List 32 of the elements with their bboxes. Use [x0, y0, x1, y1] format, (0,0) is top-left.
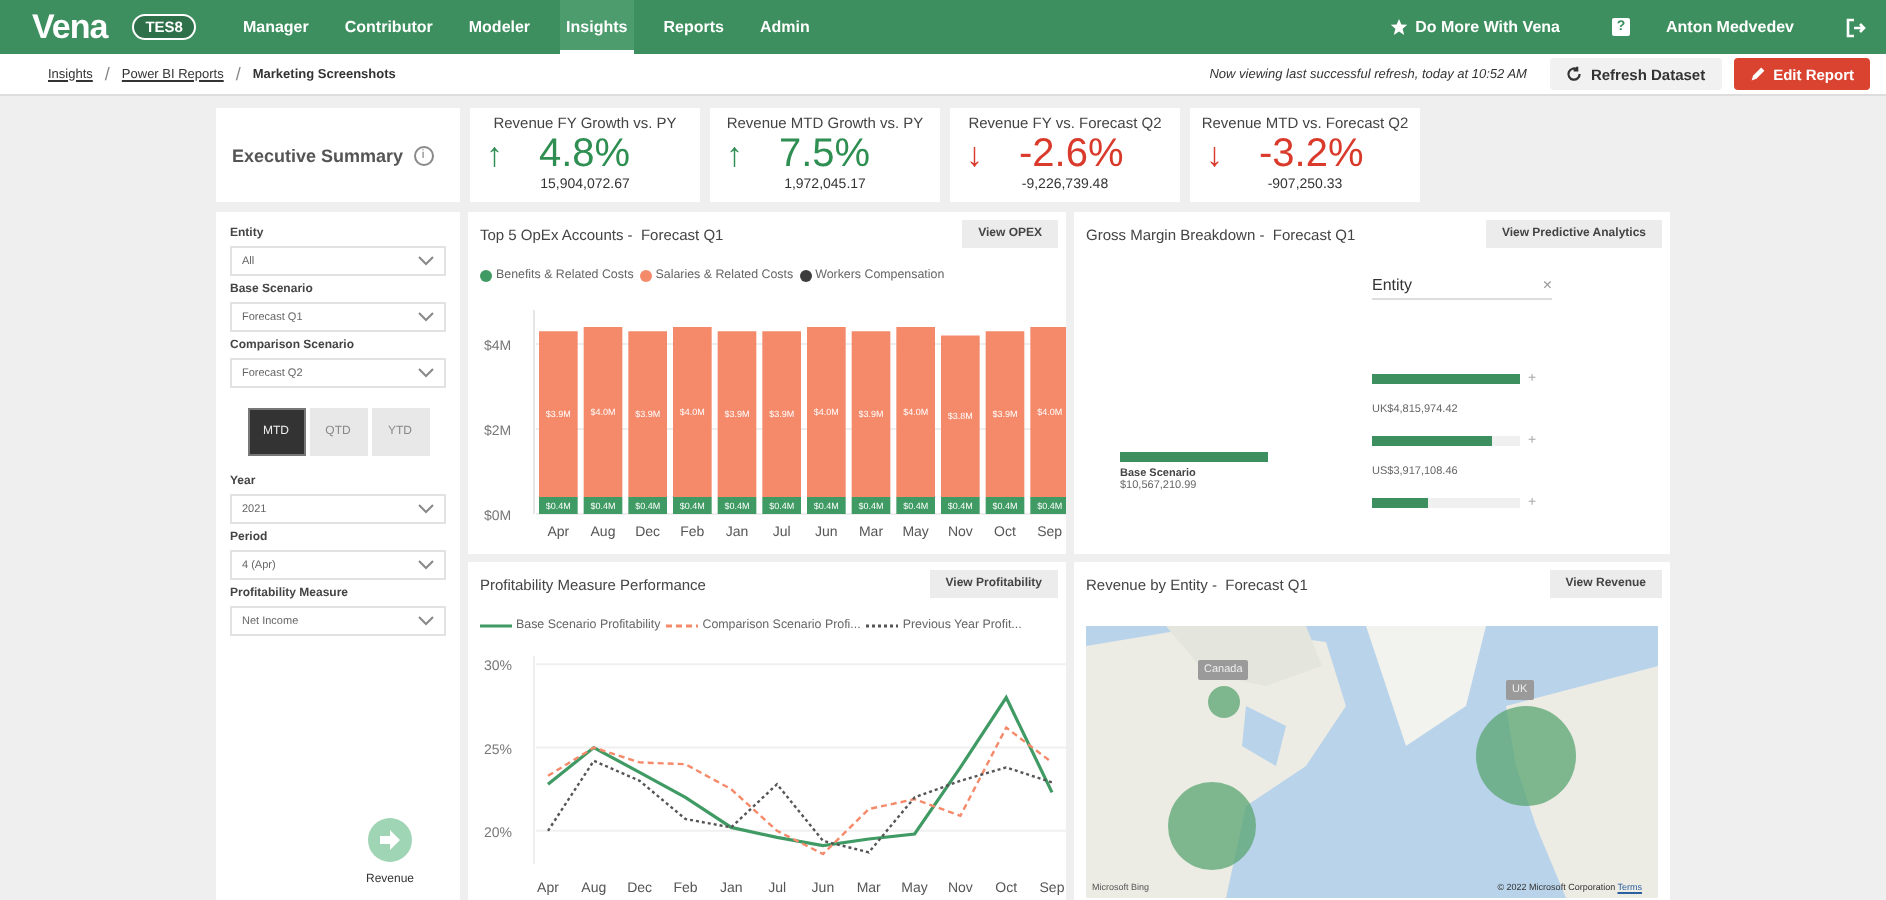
level-header: Entity ×	[1372, 276, 1552, 300]
chevron-down-icon	[418, 368, 434, 378]
logo[interactable]: Vena	[32, 7, 108, 47]
chevron-down-icon	[418, 312, 434, 322]
breadcrumb-separator: /	[104, 64, 110, 84]
nav-tab[interactable]: Reports	[657, 0, 730, 54]
promo-link[interactable]: Do More With Vena	[1415, 18, 1560, 36]
trend-arrow: ↓	[966, 135, 983, 175]
breadcrumb-separator: /	[235, 64, 241, 84]
nav-tab[interactable]: Insights	[560, 0, 634, 54]
kpi-value: 7.5%	[779, 132, 871, 178]
chevron-down-icon	[418, 560, 434, 570]
user-name[interactable]: Anton Medvedev	[1665, 18, 1794, 36]
nav-tab[interactable]: Admin	[753, 0, 816, 54]
kpi-value: -2.6%	[1019, 132, 1124, 178]
chevron-down-icon	[418, 504, 434, 514]
clear-button[interactable]: ×	[1542, 276, 1552, 294]
kpi-value: -3.2%	[1259, 132, 1364, 178]
summary-title: Executive Summary	[232, 145, 404, 165]
kpi-value: 4.8%	[539, 132, 631, 178]
nav-tab[interactable]: Manager	[236, 0, 315, 54]
refresh-icon	[1566, 66, 1583, 82]
chevron-down-icon	[418, 616, 434, 626]
trend-arrow: ↑	[486, 135, 503, 175]
nav-tab[interactable]: Contributor	[338, 0, 439, 54]
nav-tab[interactable]: Modeler	[462, 0, 537, 54]
sign-out-icon[interactable]	[1846, 17, 1866, 37]
star-icon	[1389, 18, 1408, 36]
chevron-down-icon	[418, 256, 434, 266]
pencil-icon	[1749, 66, 1766, 82]
trend-arrow: ↑	[726, 135, 743, 175]
trend-arrow: ↓	[1206, 135, 1223, 175]
